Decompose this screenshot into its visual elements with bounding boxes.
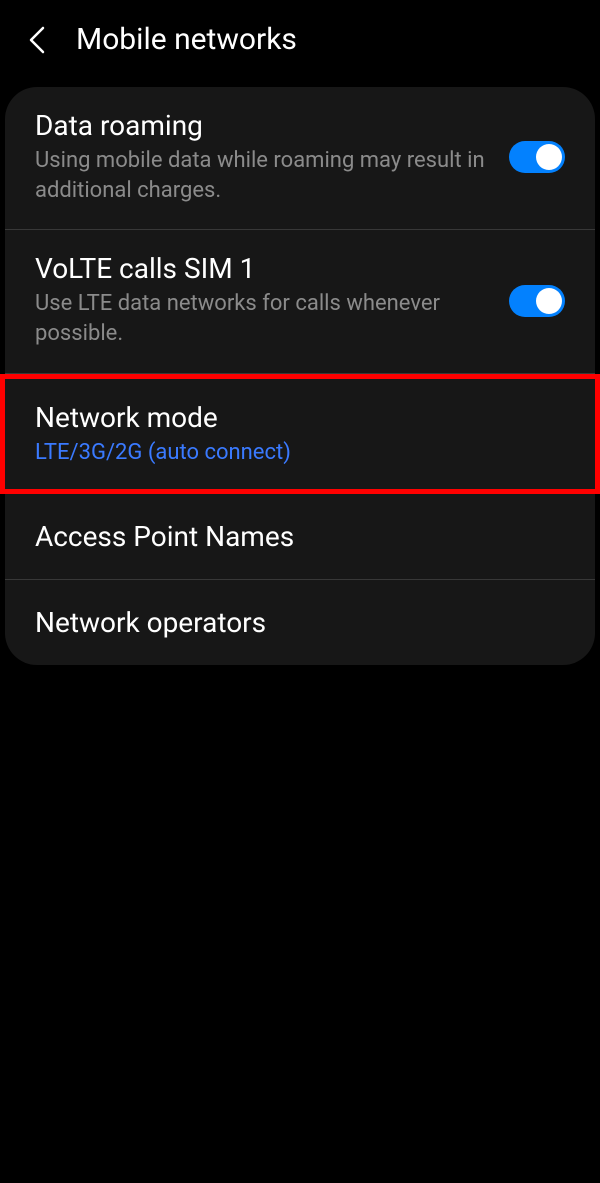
apn-row[interactable]: Access Point Names xyxy=(5,494,595,580)
settings-panel: Data roaming Using mobile data while roa… xyxy=(5,87,595,665)
data-roaming-toggle[interactable] xyxy=(509,141,565,173)
network-operators-row[interactable]: Network operators xyxy=(5,580,595,665)
volte-description: Use LTE data networks for calls whenever… xyxy=(35,289,489,348)
volte-toggle[interactable] xyxy=(509,285,565,317)
apn-title: Access Point Names xyxy=(35,520,565,553)
page-title: Mobile networks xyxy=(76,22,297,57)
header: Mobile networks xyxy=(0,0,600,87)
network-operators-title: Network operators xyxy=(35,606,565,639)
volte-title: VoLTE calls SIM 1 xyxy=(35,252,489,285)
network-mode-row[interactable]: Network mode LTE/3G/2G (auto connect) xyxy=(0,374,600,494)
data-roaming-description: Using mobile data while roaming may resu… xyxy=(35,146,489,205)
data-roaming-row[interactable]: Data roaming Using mobile data while roa… xyxy=(5,87,595,230)
data-roaming-title: Data roaming xyxy=(35,109,489,142)
back-icon[interactable] xyxy=(26,23,48,57)
volte-row[interactable]: VoLTE calls SIM 1 Use LTE data networks … xyxy=(5,230,595,373)
network-mode-value: LTE/3G/2G (auto connect) xyxy=(35,440,565,465)
network-mode-title: Network mode xyxy=(35,401,565,434)
